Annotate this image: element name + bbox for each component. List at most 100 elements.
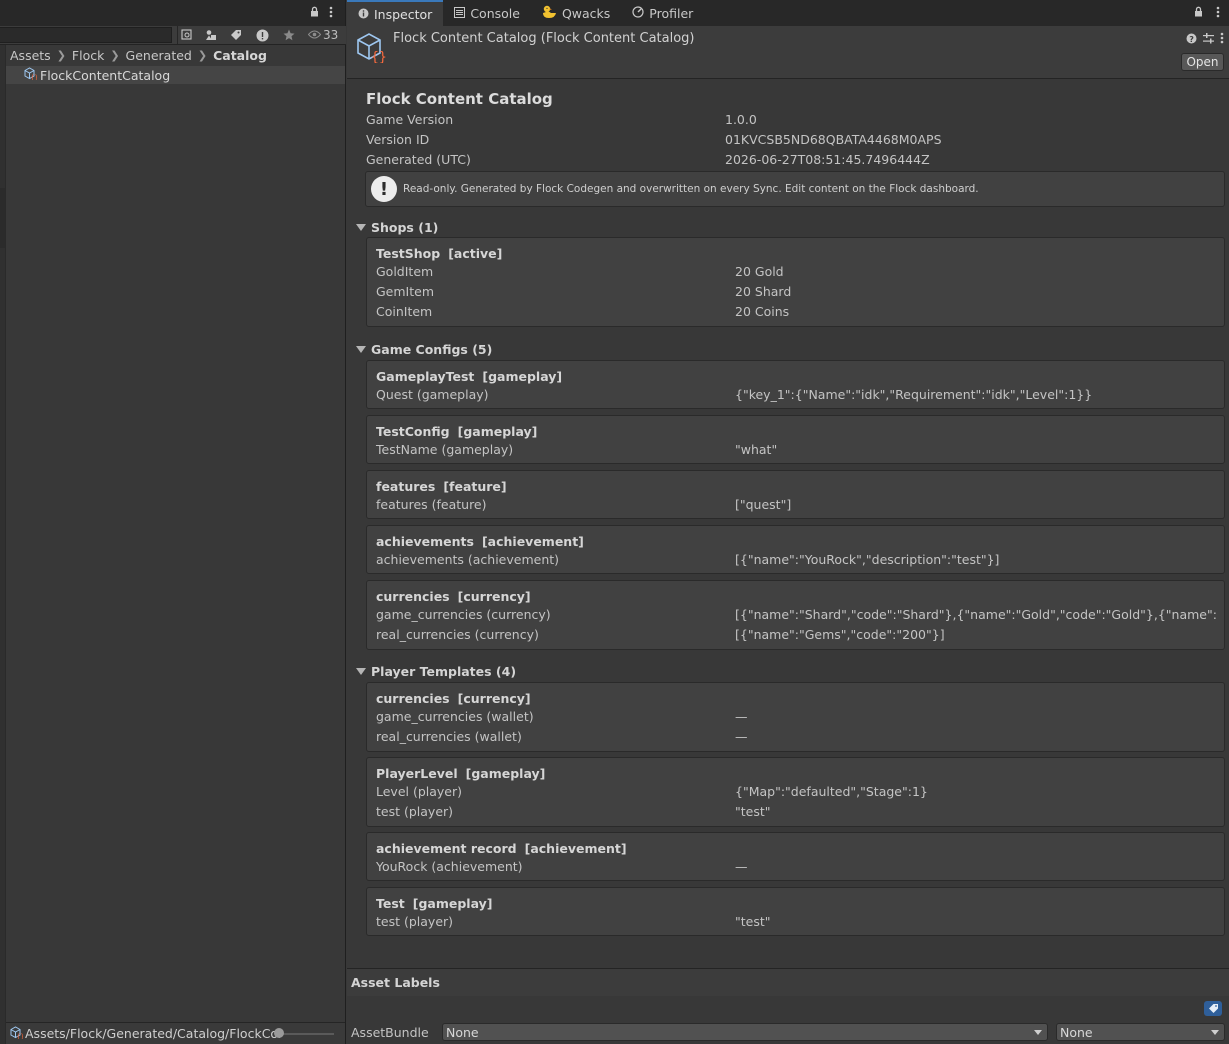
card-tag: [gameplay] [457, 424, 538, 439]
breadcrumb-item[interactable]: Assets [10, 48, 51, 63]
info-bubble-icon: ! [371, 176, 397, 202]
icon-size-slider-track[interactable] [276, 1033, 334, 1035]
card-tag: [active] [448, 246, 503, 261]
warning-filter-icon[interactable] [253, 27, 271, 43]
row-key: Quest (gameplay) [376, 387, 489, 402]
chevron-right-icon: ❯ [56, 48, 66, 62]
row-key: GoldItem [376, 264, 434, 279]
svg-text:{}: {} [31, 75, 38, 81]
row-key: game_currencies (wallet) [376, 709, 534, 724]
asset-labels-header[interactable]: Asset Labels [347, 968, 1229, 996]
chevron-right-icon: ❯ [197, 48, 208, 62]
foldout-game-configs[interactable]: Game Configs (5) [356, 342, 492, 357]
folder-tree-gutter [0, 45, 6, 1044]
kebab-menu-icon[interactable] [1220, 32, 1224, 47]
row-value: — [735, 859, 748, 874]
card-name: currencies [376, 691, 450, 706]
breadcrumb-item[interactable]: Flock [72, 48, 104, 63]
editor-tab-bar: Inspector Console Qwacks Profiler [347, 0, 1229, 26]
card-tag: [currency] [457, 589, 531, 604]
row-value: "test" [735, 914, 771, 929]
tab-qwacks[interactable]: Qwacks [531, 0, 621, 26]
kebab-menu-icon[interactable] [1216, 6, 1220, 21]
kebab-menu-icon[interactable] [329, 6, 333, 21]
row-value: "what" [735, 442, 778, 457]
section-header: Game Configs (5) [371, 342, 493, 357]
favorite-star-icon[interactable] [280, 27, 298, 43]
row-key: features (feature) [376, 497, 487, 512]
row-value: — [735, 709, 748, 724]
meta-value: 2026-06-27T08:51:45.7496444Z [725, 152, 930, 167]
card-name: GameplayTest [376, 369, 475, 384]
assetbundle-dropdown[interactable]: None [442, 1023, 1048, 1041]
type-filter-icon[interactable] [202, 27, 220, 43]
catalog-heading: Flock Content Catalog [366, 90, 553, 108]
card-title: TestShop [active] [376, 246, 502, 261]
tab-profiler[interactable]: Profiler [621, 0, 704, 26]
row-key: GemItem [376, 284, 435, 299]
row-key: test (player) [376, 804, 454, 819]
tab-label: Console [470, 5, 520, 21]
card-name: achievement record [376, 841, 517, 856]
row-key: YouRock (achievement) [376, 859, 523, 874]
lock-icon[interactable] [310, 6, 319, 20]
tab-label: Qwacks [561, 5, 611, 21]
row-value: ["quest"] [735, 497, 792, 512]
config-card: currencies [currency] game_currencies (cu… [366, 580, 1225, 650]
meta-key: Generated (UTC) [366, 152, 471, 167]
card-title: PlayerLevel [gameplay] [376, 766, 545, 781]
card-tag: [achievement] [481, 534, 584, 549]
tab-console[interactable]: Console [443, 0, 531, 26]
meta-value: 01KVCSB5ND68QBATA4468M0APS [725, 132, 942, 147]
breadcrumb-current[interactable]: Catalog [213, 48, 267, 63]
chevron-down-icon [1034, 1030, 1042, 1035]
meta-key: Version ID [366, 132, 430, 147]
template-card: PlayerLevel [gameplay] Level (player) {"M… [366, 757, 1225, 827]
console-icon [454, 6, 466, 21]
breadcrumb-item[interactable]: Generated [126, 48, 192, 63]
hidden-count-label: 33 [323, 28, 339, 42]
open-button[interactable]: Open [1181, 53, 1224, 71]
catalog-asset-icon: {} [24, 67, 38, 83]
readonly-help-box: ! Read-only. Generated by Flock Codegen … [365, 171, 1225, 207]
foldout-shops[interactable]: Shops (1) [356, 220, 438, 235]
row-value: 20 Coins [735, 304, 790, 319]
row-value: — [735, 729, 748, 744]
gutter-handle[interactable] [0, 188, 5, 248]
card-tag: [achievement] [524, 841, 627, 856]
chevron-right-icon: ❯ [110, 48, 120, 62]
template-card: achievement record [achievement] YouRock … [366, 832, 1225, 881]
catalog-asset-icon: {} [355, 31, 387, 66]
row-value: [{"name":"Gems","code":"200"}] [735, 627, 945, 642]
help-icon[interactable]: ? [1186, 33, 1197, 47]
hidden-packages-count[interactable]: 33 [307, 28, 339, 42]
inspector-content: Flock Content Catalog Game Version 1.0.0… [347, 80, 1229, 968]
icon-size-slider-handle[interactable] [274, 1028, 284, 1038]
tab-label: Inspector [374, 6, 433, 22]
row-key: Level (player) [376, 784, 463, 799]
presets-icon[interactable] [1203, 32, 1214, 47]
help-text: Read-only. Generated by Flock Codegen an… [403, 183, 979, 195]
foldout-player-templates[interactable]: Player Templates (4) [356, 664, 516, 679]
scene-search-icon[interactable] [178, 27, 196, 43]
card-tag: [gameplay] [412, 896, 493, 911]
card-title: GameplayTest [gameplay] [376, 369, 562, 384]
card-name: currencies [376, 589, 450, 604]
label-tag-button[interactable] [1204, 1001, 1222, 1016]
row-key: TestName (gameplay) [376, 442, 514, 457]
section-header: Player Templates (4) [371, 664, 517, 679]
catalog-asset-icon: {} [10, 1025, 24, 1042]
project-panel: 33 Assets ❯ Flock ❯ Generated ❯ Catalog … [0, 0, 346, 1044]
chevron-down-icon [1211, 1030, 1219, 1035]
dropdown-value: None [446, 1024, 479, 1040]
lock-icon[interactable] [1194, 6, 1203, 20]
config-card: achievements [achievement] achievements (… [366, 525, 1225, 574]
tab-inspector[interactable]: Inspector [347, 0, 444, 26]
label-filter-icon[interactable] [227, 27, 245, 43]
assetbundle-variant-dropdown[interactable]: None [1056, 1023, 1225, 1041]
asset-list-item[interactable]: {} FlockContentCatalog [6, 66, 345, 84]
tab-label: Profiler [649, 5, 694, 21]
card-name: Test [376, 896, 405, 911]
search-input[interactable] [0, 27, 172, 43]
card-title: features [feature] [376, 479, 507, 494]
